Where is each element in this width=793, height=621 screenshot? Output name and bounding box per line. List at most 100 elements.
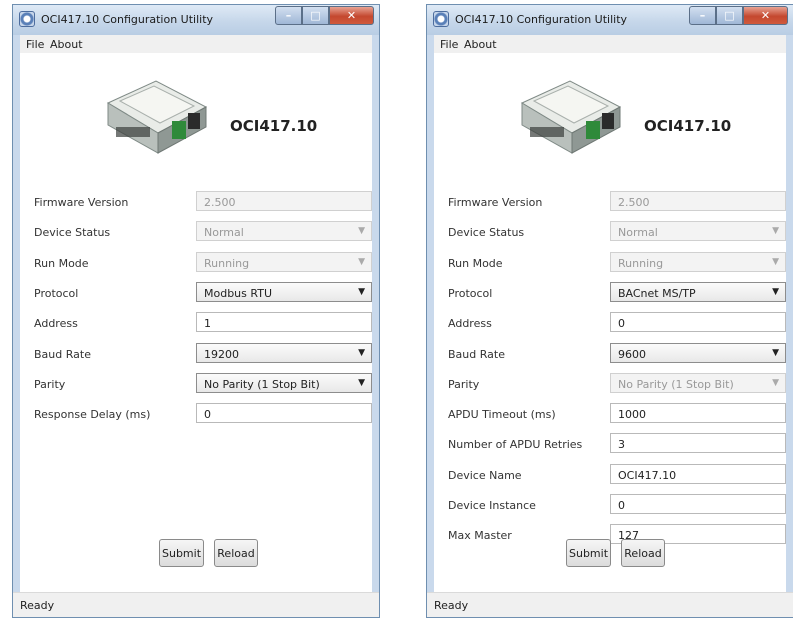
window-frame-right: [786, 35, 793, 617]
number-of-apdu-retries-field[interactable]: 3: [610, 433, 786, 453]
maximize-button[interactable]: □: [716, 6, 743, 25]
minimize-button[interactable]: –: [689, 6, 716, 25]
run-mode-label: Run Mode: [34, 257, 89, 270]
response-delay-ms-value: 0: [204, 408, 211, 421]
run-mode-label: Run Mode: [448, 257, 503, 270]
run-mode-dropdown: Running ▼: [610, 252, 786, 272]
status-bar: Ready: [427, 592, 793, 617]
title-bar[interactable]: OCI417.10 Configuration Utility – □ ✕: [427, 5, 793, 35]
run-mode-value: Running: [618, 257, 664, 270]
parity-dropdown[interactable]: No Parity (1 Stop Bit) ▼: [196, 373, 372, 393]
chevron-down-icon[interactable]: ▼: [358, 378, 365, 388]
close-button[interactable]: ✕: [329, 6, 374, 25]
baud-rate-value: 9600: [618, 348, 646, 361]
row-response-delay-ms: Response Delay (ms) 0: [20, 403, 372, 425]
row-parity: Parity No Parity (1 Stop Bit) ▼: [434, 373, 786, 395]
row-number-of-apdu-retries: Number of APDU Retries 3: [434, 433, 786, 455]
parity-label: Parity: [448, 378, 480, 391]
apdu-timeout-ms-label: APDU Timeout (ms): [448, 408, 556, 421]
response-delay-ms-label: Response Delay (ms): [34, 408, 151, 421]
title-bar[interactable]: OCI417.10 Configuration Utility – □ ✕: [13, 5, 379, 35]
number-of-apdu-retries-label: Number of APDU Retries: [448, 438, 583, 451]
chevron-down-icon: ▼: [358, 257, 365, 267]
chevron-down-icon[interactable]: ▼: [358, 287, 365, 297]
protocol-label: Protocol: [34, 287, 79, 300]
protocol-value: Modbus RTU: [204, 287, 272, 300]
status-bar: Ready: [13, 592, 379, 617]
row-run-mode: Run Mode Running ▼: [434, 252, 786, 274]
protocol-dropdown[interactable]: Modbus RTU ▼: [196, 282, 372, 302]
parity-value: No Parity (1 Stop Bit): [204, 378, 320, 391]
window-title: OCI417.10 Configuration Utility: [41, 13, 214, 26]
menu-about[interactable]: About: [50, 38, 83, 51]
address-value: 0: [618, 317, 625, 330]
device-instance-field[interactable]: 0: [610, 494, 786, 514]
device-instance-label: Device Instance: [448, 499, 536, 512]
device-name-heading: OCI417.10: [230, 117, 318, 135]
maximize-button[interactable]: □: [302, 6, 329, 25]
firmware-version-field: 2.500: [196, 191, 372, 211]
protocol-value: BACnet MS/TP: [618, 287, 696, 300]
menu-bar: File About: [434, 35, 786, 54]
menu-about[interactable]: About: [464, 38, 497, 51]
chevron-down-icon: ▼: [772, 226, 779, 236]
row-baud-rate: Baud Rate 9600 ▼: [434, 343, 786, 365]
device-status-dropdown: Normal ▼: [610, 221, 786, 241]
chevron-down-icon: ▼: [772, 378, 779, 388]
baud-rate-label: Baud Rate: [34, 348, 91, 361]
protocol-label: Protocol: [448, 287, 493, 300]
client-area: OCI417.10 Firmware Version 2.500 Device St…: [20, 53, 372, 593]
app-gear-icon[interactable]: [433, 11, 449, 27]
row-run-mode: Run Mode Running ▼: [20, 252, 372, 274]
close-button[interactable]: ✕: [743, 6, 788, 25]
device-name-label: Device Name: [448, 469, 522, 482]
chevron-down-icon[interactable]: ▼: [772, 348, 779, 358]
row-firmware-version: Firmware Version 2.500: [434, 191, 786, 213]
apdu-timeout-ms-field[interactable]: 1000: [610, 403, 786, 423]
window-title: OCI417.10 Configuration Utility: [455, 13, 628, 26]
row-firmware-version: Firmware Version 2.500: [20, 191, 372, 213]
status-text: Ready: [434, 599, 469, 612]
window-frame-right: [372, 35, 379, 617]
app-gear-icon[interactable]: [19, 11, 35, 27]
row-protocol: Protocol Modbus RTU ▼: [20, 282, 372, 304]
menu-file[interactable]: File: [440, 38, 458, 51]
device-image: [106, 80, 208, 154]
window-frame-left: [13, 35, 20, 617]
baud-rate-value: 19200: [204, 348, 239, 361]
device-instance-value: 0: [618, 499, 625, 512]
chevron-down-icon[interactable]: ▼: [772, 287, 779, 297]
menu-file[interactable]: File: [26, 38, 44, 51]
minimize-button[interactable]: –: [275, 6, 302, 25]
apdu-timeout-ms-value: 1000: [618, 408, 646, 421]
address-label: Address: [448, 317, 492, 330]
row-device-name: Device Name OCI417.10: [434, 464, 786, 486]
response-delay-ms-field[interactable]: 0: [196, 403, 372, 423]
config-window-bacnet: OCI417.10 Configuration Utility – □ ✕ Fi…: [426, 4, 793, 618]
reload-button[interactable]: Reload: [621, 539, 665, 567]
device-status-value: Normal: [204, 226, 244, 239]
submit-button[interactable]: Submit: [159, 539, 204, 567]
parity-dropdown: No Parity (1 Stop Bit) ▼: [610, 373, 786, 393]
window-frame-left: [427, 35, 434, 617]
chevron-down-icon[interactable]: ▼: [358, 348, 365, 358]
number-of-apdu-retries-value: 3: [618, 438, 625, 451]
address-value: 1: [204, 317, 211, 330]
device-name-heading: OCI417.10: [644, 117, 732, 135]
submit-button[interactable]: Submit: [566, 539, 611, 567]
device-name-field[interactable]: OCI417.10: [610, 464, 786, 484]
address-field[interactable]: 1: [196, 312, 372, 332]
baud-rate-dropdown[interactable]: 9600 ▼: [610, 343, 786, 363]
reload-button[interactable]: Reload: [214, 539, 258, 567]
device-status-dropdown: Normal ▼: [196, 221, 372, 241]
row-protocol: Protocol BACnet MS/TP ▼: [434, 282, 786, 304]
address-field[interactable]: 0: [610, 312, 786, 332]
parity-value: No Parity (1 Stop Bit): [618, 378, 734, 391]
device-status-label: Device Status: [34, 226, 111, 239]
firmware-version-label: Firmware Version: [448, 196, 543, 209]
device-status-label: Device Status: [448, 226, 525, 239]
menu-bar: File About: [20, 35, 372, 54]
baud-rate-dropdown[interactable]: 19200 ▼: [196, 343, 372, 363]
protocol-dropdown[interactable]: BACnet MS/TP ▼: [610, 282, 786, 302]
row-baud-rate: Baud Rate 19200 ▼: [20, 343, 372, 365]
